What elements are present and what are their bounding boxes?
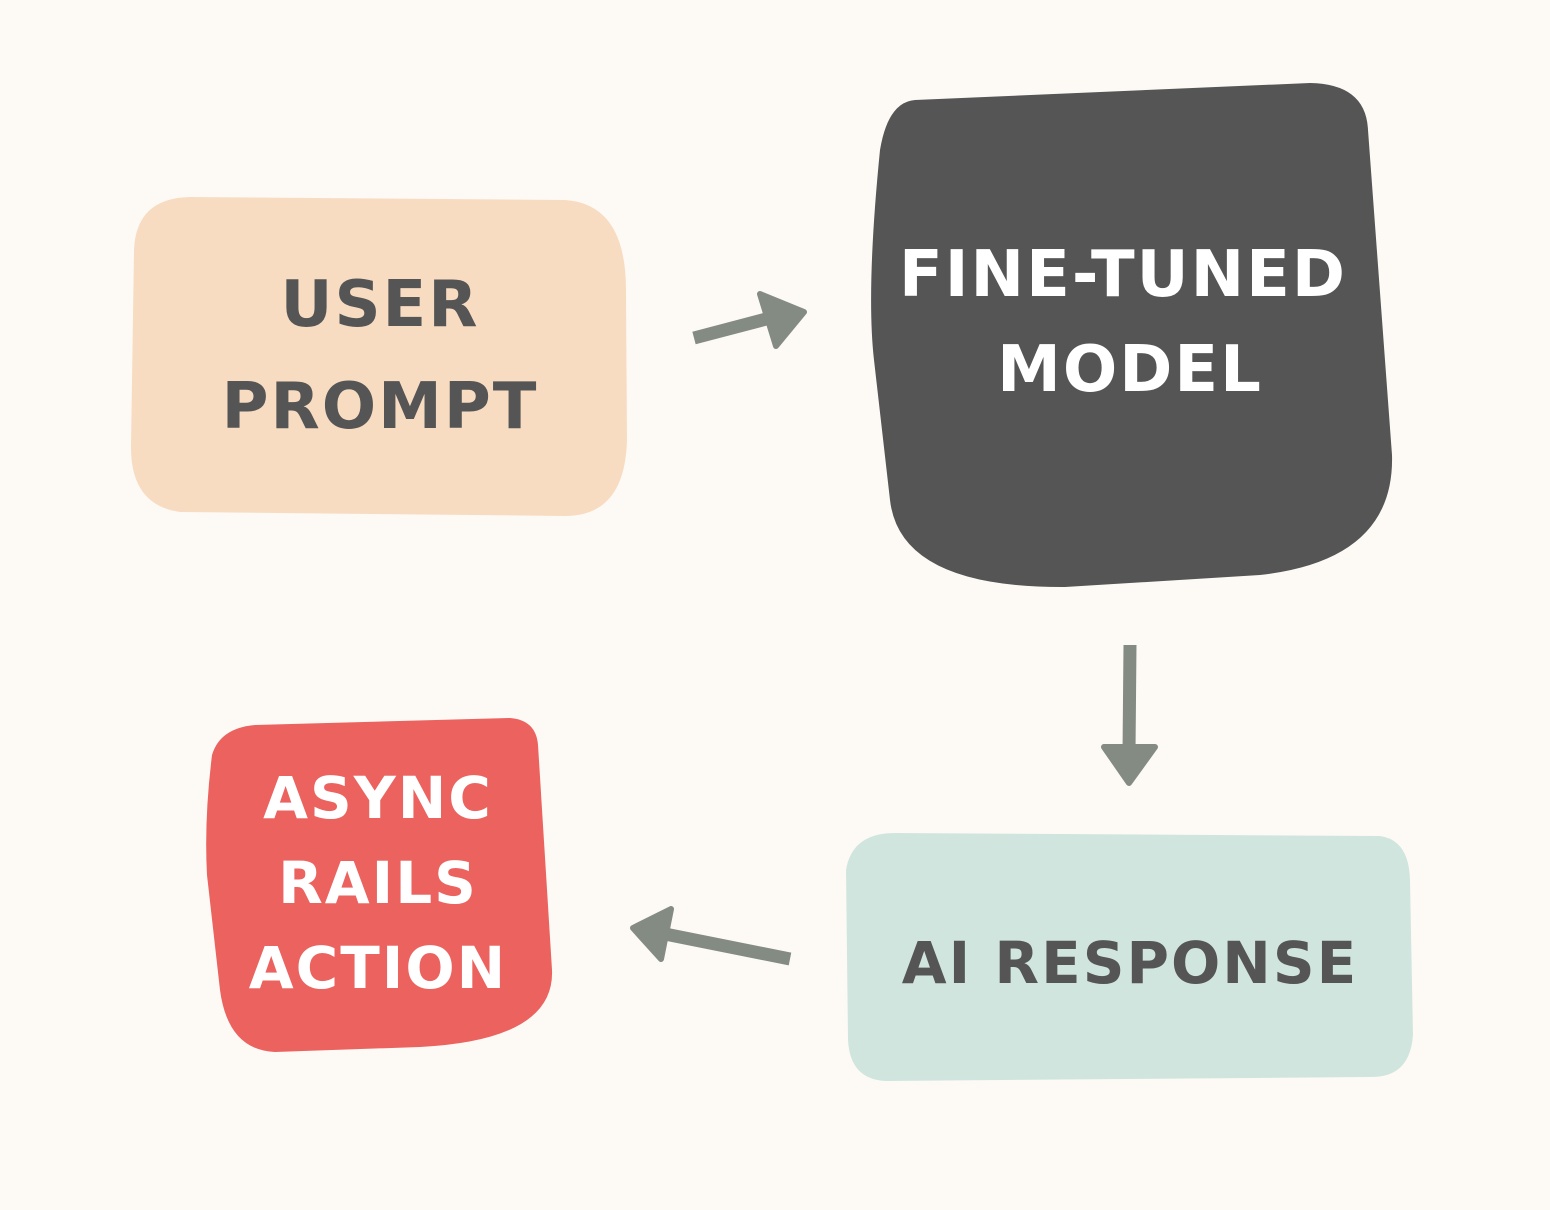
action-label-line1: ASYNC bbox=[263, 764, 493, 832]
user-prompt-label-line2: PROMPT bbox=[222, 370, 539, 444]
node-ai-response: AI RESPONSE bbox=[846, 833, 1413, 1081]
arrow-shaft bbox=[692, 311, 772, 345]
node-fine-tuned-model: FINE-TUNED MODEL bbox=[871, 83, 1393, 588]
model-label-line1: FINE-TUNED bbox=[899, 238, 1347, 312]
arrow-head bbox=[757, 291, 807, 349]
response-label: AI RESPONSE bbox=[902, 929, 1358, 997]
arrow-user-prompt-to-model bbox=[692, 291, 807, 349]
arrow-shaft bbox=[663, 927, 792, 966]
user-prompt-label-line1: USER bbox=[280, 268, 479, 342]
model-label-line2: MODEL bbox=[997, 333, 1263, 407]
arrow-head bbox=[630, 906, 674, 962]
action-label-line2: RAILS bbox=[278, 849, 478, 917]
node-user-prompt: USER PROMPT bbox=[130, 197, 627, 516]
user-prompt-box bbox=[130, 197, 627, 516]
action-label-line3: ACTION bbox=[249, 934, 507, 1002]
arrow-head bbox=[1101, 744, 1158, 786]
arrow-response-to-action bbox=[630, 906, 792, 966]
node-async-rails-action: ASYNC RAILS ACTION bbox=[206, 718, 553, 1052]
flow-diagram: USER PROMPT FINE-TUNED MODEL AI RESPONSE… bbox=[130, 83, 1413, 1081]
arrow-model-to-response bbox=[1101, 644, 1158, 786]
arrow-shaft bbox=[1122, 644, 1137, 753]
